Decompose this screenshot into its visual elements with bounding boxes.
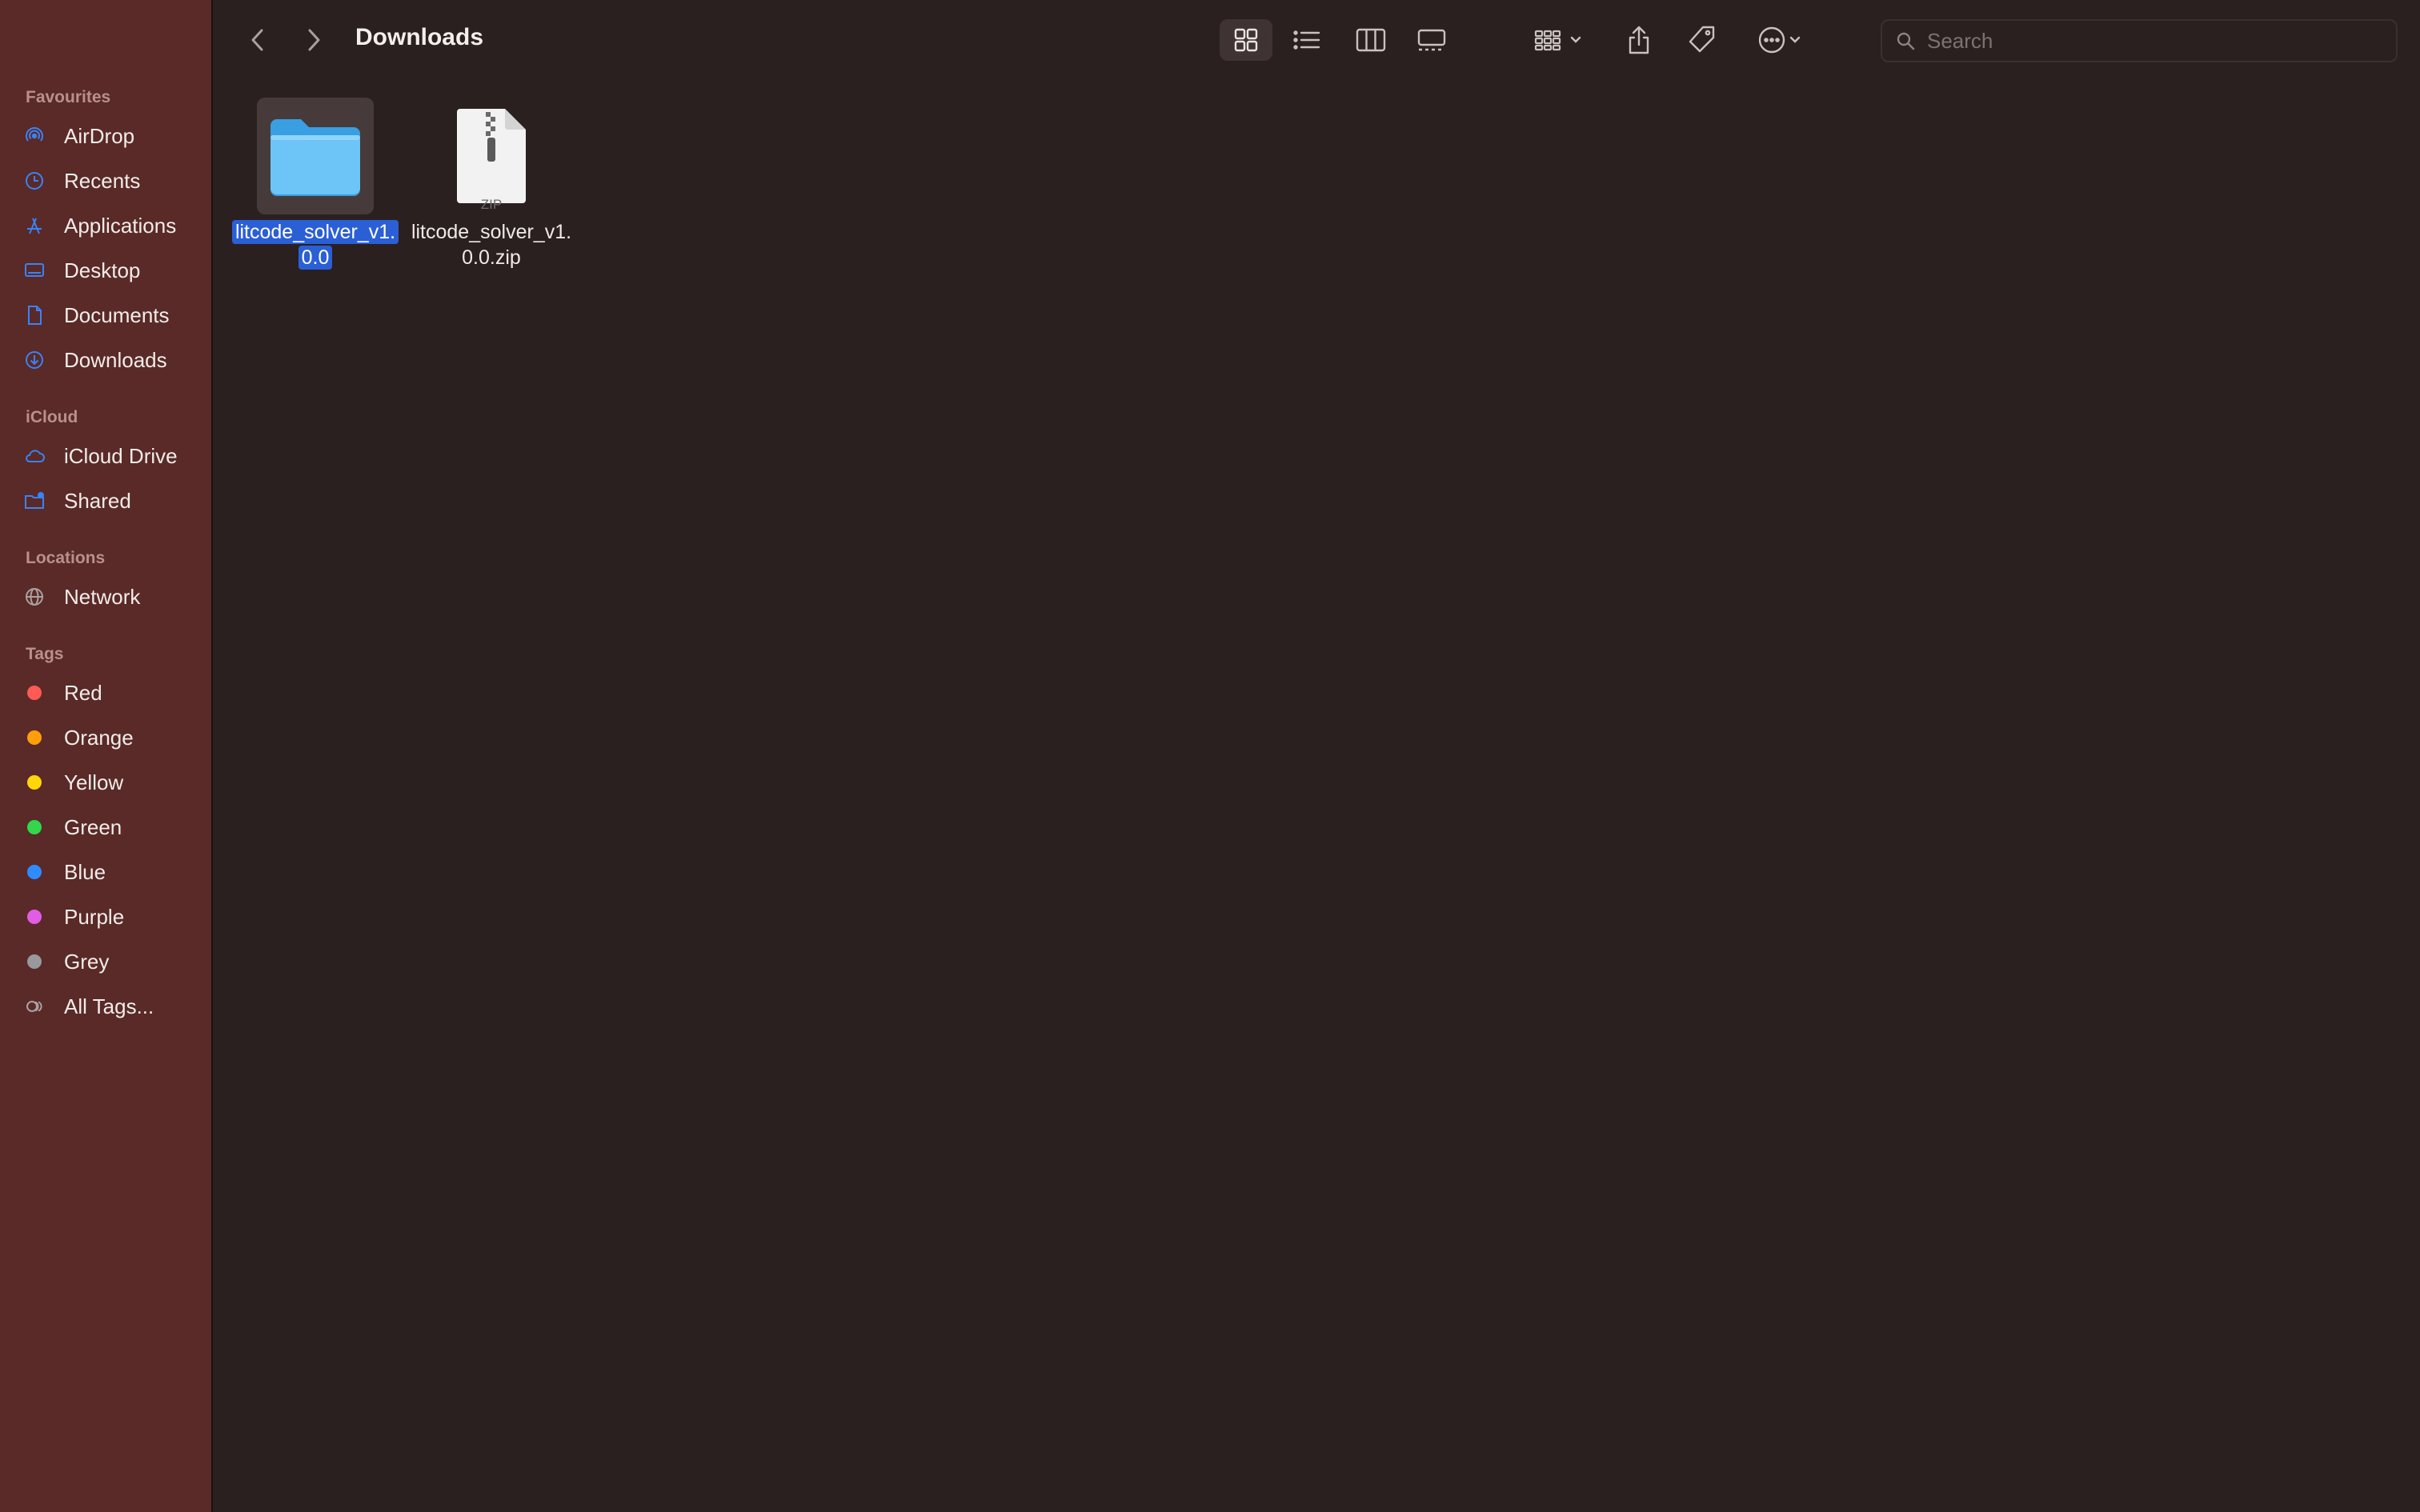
forward-button[interactable] (296, 21, 331, 59)
gallery-icon (1417, 29, 1446, 51)
icon-view-button[interactable] (1220, 19, 1272, 61)
file-name: litcode_solver_v1. 0.0 (227, 219, 403, 270)
sidebar-item-label: Documents (64, 302, 170, 327)
sidebar-tag-orange[interactable]: Orange (22, 718, 202, 757)
sidebar-item-icloud-drive[interactable]: iCloud Drive (22, 437, 202, 475)
sidebar-tag-yellow[interactable]: Yellow (22, 763, 202, 802)
column-view-button[interactable] (1344, 19, 1397, 61)
chevron-down-icon (1789, 36, 1801, 43)
desktop-icon (22, 258, 46, 282)
zip-file-icon (457, 109, 526, 203)
tag-red-icon (22, 681, 46, 705)
sidebar-item-label: Recents (64, 168, 141, 193)
back-button[interactable] (240, 21, 275, 59)
tag-blue-icon (22, 860, 46, 884)
shared-folder-icon (22, 489, 46, 513)
sidebar-item-documents[interactable]: Documents (22, 296, 202, 334)
download-icon (22, 348, 46, 372)
list-icon (1293, 30, 1320, 50)
sidebar-item-label: iCloud Drive (64, 443, 178, 468)
tag-green-icon (22, 815, 46, 839)
zip-badge: ZIP (480, 197, 503, 212)
sidebar-all-tags[interactable]: All Tags... (22, 987, 202, 1026)
sidebar-item-label: Downloads (64, 347, 167, 372)
more-actions-button[interactable] (1748, 19, 1812, 61)
file-name-line-2: 0.0 (298, 246, 333, 270)
sidebar-item-label: Red (64, 680, 102, 705)
sidebar-item-label: Purple (64, 904, 125, 929)
cloud-icon (22, 444, 46, 468)
window-title: Downloads (355, 24, 484, 50)
document-icon (22, 303, 46, 327)
folder-icon (270, 119, 360, 196)
ellipsis-circle-icon (1758, 26, 1785, 54)
all-tags-icon (22, 994, 46, 1018)
sidebar-item-shared[interactable]: Shared (22, 482, 202, 520)
file-name: litcode_solver_v1. 0.0.zip (403, 219, 579, 270)
sidebar-item-label: Network (64, 584, 141, 609)
sidebar-item-label: Grey (64, 949, 110, 974)
search-input[interactable] (1925, 27, 2377, 54)
sidebar-item-label: Yellow (64, 770, 124, 794)
applications-icon (22, 214, 46, 238)
sidebar-item-label: AirDrop (64, 123, 135, 148)
finder-window: Favourites AirDrop Recents Applications … (0, 0, 2420, 1512)
sidebar-tag-red[interactable]: Red (22, 674, 202, 712)
tag-yellow-icon (22, 770, 46, 794)
file-name-line-2: 0.0.zip (462, 246, 521, 269)
sidebar-item-recents[interactable]: Recents (22, 162, 202, 200)
chevron-left-icon (251, 29, 263, 51)
chevron-down-icon (1570, 36, 1581, 43)
sidebar-tag-blue[interactable]: Blue (22, 853, 202, 891)
sidebar-item-label: Blue (64, 859, 106, 884)
sidebar-item-applications[interactable]: Applications (22, 206, 202, 245)
sidebar-item-label: Shared (64, 488, 131, 513)
sidebar-item-label: All Tags... (64, 994, 154, 1018)
sidebar-item-airdrop[interactable]: AirDrop (22, 117, 202, 155)
section-title-favourites: Favourites (26, 88, 111, 106)
sidebar-item-label: Applications (64, 213, 177, 238)
tag-icon (1689, 26, 1715, 53)
columns-icon (1356, 28, 1386, 52)
chevron-right-icon (308, 29, 320, 51)
sidebar-tag-grey[interactable]: Grey (22, 942, 202, 981)
search-field[interactable] (1881, 19, 2398, 62)
search-icon (1895, 30, 1916, 51)
group-grid-icon (1534, 30, 1561, 51)
sidebar-item-desktop[interactable]: Desktop (22, 251, 202, 290)
share-icon (1629, 26, 1649, 54)
tag-button[interactable] (1679, 19, 1724, 61)
group-by-button[interactable] (1522, 19, 1594, 61)
sidebar-item-label: Desktop (64, 258, 141, 282)
file-name-line-1: litcode_solver_v1. (411, 221, 572, 243)
file-browser: litcode_solver_v1. 0.0 ZIP litcode_solve… (213, 80, 2420, 1512)
folder-thumbnail (257, 98, 374, 214)
sidebar-tag-green[interactable]: Green (22, 808, 202, 846)
section-title-locations: Locations (26, 549, 106, 567)
list-view-button[interactable] (1280, 19, 1333, 61)
clock-icon (22, 169, 46, 193)
sidebar-item-label: Green (64, 814, 122, 839)
section-title-tags: Tags (26, 645, 64, 663)
sidebar-item-network[interactable]: Network (22, 578, 202, 616)
airdrop-icon (22, 124, 46, 148)
sidebar: Favourites AirDrop Recents Applications … (0, 0, 213, 1512)
section-title-icloud: iCloud (26, 408, 78, 426)
file-item-zip[interactable]: ZIP litcode_solver_v1. 0.0.zip (403, 98, 579, 270)
grid-icon (1234, 28, 1258, 52)
share-button[interactable] (1617, 19, 1661, 61)
sidebar-item-downloads[interactable]: Downloads (22, 341, 202, 379)
file-item-folder[interactable]: litcode_solver_v1. 0.0 (227, 98, 403, 270)
tag-orange-icon (22, 726, 46, 750)
sidebar-tag-purple[interactable]: Purple (22, 898, 202, 936)
globe-icon (22, 585, 46, 609)
tag-purple-icon (22, 905, 46, 929)
tag-grey-icon (22, 950, 46, 974)
sidebar-item-label: Orange (64, 725, 134, 750)
gallery-view-button[interactable] (1405, 19, 1458, 61)
file-name-line-1: litcode_solver_v1. (231, 220, 399, 244)
